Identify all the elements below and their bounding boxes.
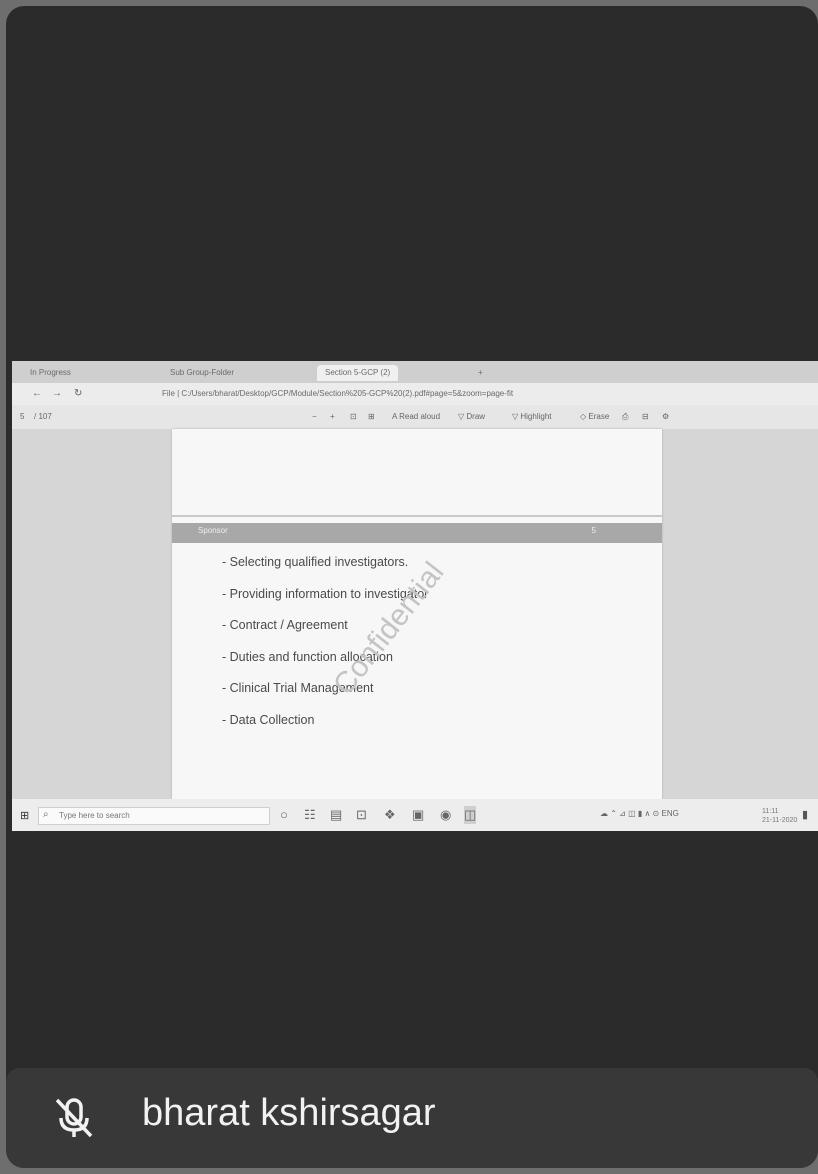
video-tile: In Progress Sub Group-Folder Section 5-G… bbox=[6, 6, 818, 1168]
search-icon: ⌕ bbox=[43, 809, 49, 820]
participant-name: bharat kshirsagar bbox=[142, 1092, 436, 1134]
print-icon[interactable]: ⎙ bbox=[622, 411, 628, 423]
pdf-toolbar: 5 / 107 − + ⊡ ⊞ A Read aloud ▽ Draw ▽ Hi… bbox=[12, 405, 818, 429]
browser-tab-bar: In Progress Sub Group-Folder Section 5-G… bbox=[12, 361, 818, 383]
app-icon[interactable]: ❖ bbox=[384, 806, 396, 824]
bullet-list: - Selecting qualified investigators. - P… bbox=[222, 555, 428, 744]
page-divider bbox=[172, 515, 662, 517]
page-total: / 107 bbox=[34, 412, 52, 421]
bullet-item: - Clinical Trial Management bbox=[222, 681, 374, 695]
pdf-page: Sponsor 5 - Selecting qualified investig… bbox=[172, 429, 662, 799]
participant-name-bar: bharat kshirsagar bbox=[6, 1068, 818, 1168]
bullet-item: - Selecting qualified investigators. bbox=[222, 555, 409, 569]
highlight-button[interactable]: ▽ Highlight bbox=[512, 411, 552, 423]
read-aloud-button[interactable]: A Read aloud bbox=[392, 411, 440, 423]
shared-screen: In Progress Sub Group-Folder Section 5-G… bbox=[12, 361, 818, 831]
new-tab-button[interactable]: + bbox=[470, 365, 491, 381]
browser-tab-active[interactable]: Section 5-GCP (2) bbox=[317, 365, 399, 381]
browser-tab[interactable]: Sub Group-Folder bbox=[162, 365, 242, 381]
notification-icon[interactable]: ▮ bbox=[802, 808, 808, 821]
windows-taskbar: ⊞ ⌕ Type here to search ○ ☷ ▤ ⊡ ❖ ▣ ◉ ◫ … bbox=[12, 799, 818, 831]
task-view-icon[interactable]: ○ bbox=[280, 806, 288, 824]
search-placeholder: Type here to search bbox=[59, 811, 130, 820]
chrome-icon[interactable]: ◉ bbox=[440, 806, 451, 824]
draw-button[interactable]: ▽ Draw bbox=[458, 411, 485, 423]
settings-icon[interactable]: ⚙ bbox=[662, 411, 669, 423]
clock-date: 21-11-2020 bbox=[762, 817, 798, 824]
address-bar: ← → ↻ File | C:/Users/bharat/Desktop/GCP… bbox=[12, 383, 818, 405]
slide-header-label: Sponsor bbox=[198, 526, 228, 535]
erase-button[interactable]: ◇ Erase bbox=[580, 411, 609, 423]
taskbar-clock[interactable]: 11:11 21-11-2020 bbox=[762, 807, 797, 825]
fit-page-icon[interactable]: ⊡ bbox=[350, 411, 357, 423]
store-icon[interactable]: ⊡ bbox=[356, 806, 367, 824]
forward-icon[interactable]: → bbox=[52, 387, 62, 400]
bullet-item: - Data Collection bbox=[222, 712, 315, 727]
page-number-field[interactable]: 5 bbox=[20, 411, 24, 423]
back-icon[interactable]: ← bbox=[32, 387, 42, 400]
page-view-icon[interactable]: ⊞ bbox=[368, 411, 375, 423]
browser-tab[interactable]: In Progress bbox=[22, 365, 79, 381]
zoom-out-icon[interactable]: − bbox=[312, 411, 317, 423]
slide-header-band: Sponsor 5 bbox=[172, 523, 662, 543]
edge-icon[interactable]: ◫ bbox=[464, 806, 477, 824]
file-explorer-icon[interactable]: ▤ bbox=[330, 806, 342, 824]
bullet-item: - Duties and function allocation bbox=[222, 649, 393, 664]
url-field[interactable]: File | C:/Users/bharat/Desktop/GCP/Modul… bbox=[162, 387, 702, 400]
save-icon[interactable]: ⊟ bbox=[642, 411, 649, 423]
zoom-in-icon[interactable]: + bbox=[330, 411, 335, 423]
taskbar-search[interactable]: ⌕ Type here to search bbox=[38, 807, 270, 825]
slide-number: 5 bbox=[591, 526, 596, 535]
pdf-viewer: Sponsor 5 - Selecting qualified investig… bbox=[12, 429, 818, 799]
start-icon[interactable]: ⊞ bbox=[20, 809, 29, 822]
clock-time: 11:11 bbox=[762, 808, 779, 815]
system-tray[interactable]: ☁ ⌃ ⊿ ◫ ▮ ∧ ⊙ ENG bbox=[600, 809, 679, 818]
app-icon[interactable]: ▣ bbox=[412, 806, 424, 824]
reload-icon[interactable]: ↻ bbox=[74, 387, 82, 400]
widgets-icon[interactable]: ☷ bbox=[304, 806, 316, 824]
mic-off-icon[interactable] bbox=[50, 1094, 98, 1142]
